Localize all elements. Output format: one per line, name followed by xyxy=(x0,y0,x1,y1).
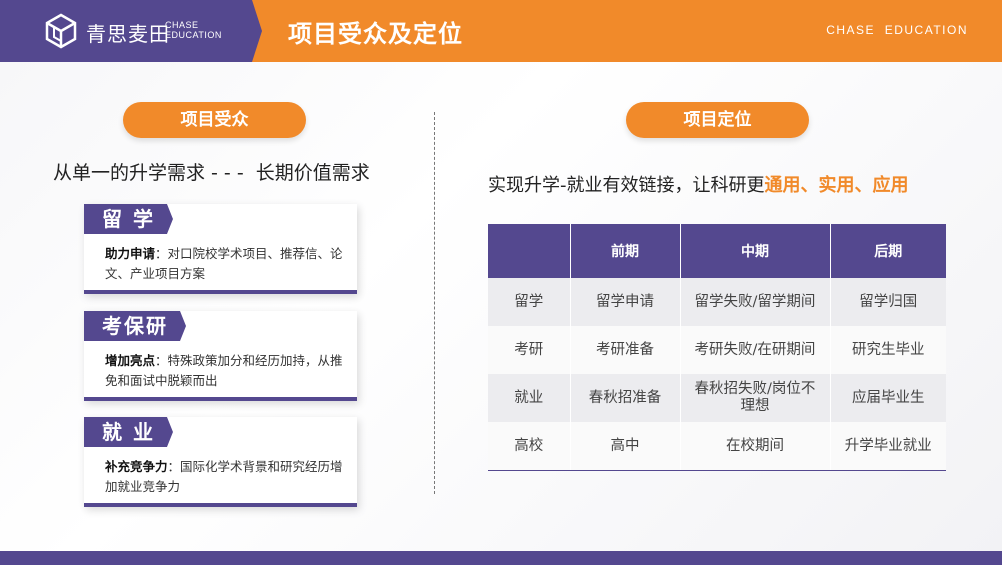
card-label: 考保研 xyxy=(84,311,186,341)
subtitle-prefix: 实现升学-就业有效链接，让科研更 xyxy=(488,175,765,196)
table-cell: 应届毕业生 xyxy=(829,374,946,422)
card-postgrad: 考保研 增加亮点：特殊政策加分和经历加持，从推免和面试中脱颖而出 xyxy=(84,311,357,401)
table-cell: 研究生毕业 xyxy=(829,326,946,374)
table-cell: 升学毕业就业 xyxy=(829,422,946,471)
logo-en-line1: CHASE xyxy=(165,20,199,30)
cube-logo-icon xyxy=(45,13,77,49)
page-title: 项目受众及定位 xyxy=(288,20,463,48)
logo-text-en: CHASE EDUCATION xyxy=(165,20,222,40)
table-cell: 春秋招准备 xyxy=(569,374,680,422)
table-cell: 考研准备 xyxy=(569,326,680,374)
footer-bar xyxy=(0,551,1002,565)
audience-pill: 项目受众 xyxy=(123,102,306,138)
card-label: 就 业 xyxy=(84,417,173,447)
card-text: 补充竞争力：国际化学术背景和研究经历增加就业竞争力 xyxy=(105,457,350,497)
table-row: 就业 春秋招准备 春秋招失败/岗位不理想 应届毕业生 xyxy=(488,374,946,422)
positioning-table: 前期 中期 后期 留学 留学申请 留学失败/留学期间 留学归国 考研 考研准备 … xyxy=(488,224,946,471)
table-cell: 留学失败/留学期间 xyxy=(679,278,830,326)
table-header-cell xyxy=(488,224,570,278)
card-text: 助力申请：对口院校学术项目、推荐信、论文、产业项目方案 xyxy=(105,244,350,284)
card-bold: 助力申请 xyxy=(105,246,156,261)
logo-text-cn: 青思麦田 xyxy=(86,22,170,46)
table-header-cell: 中期 xyxy=(679,224,830,278)
card-employment: 就 业 补充竞争力：国际化学术背景和研究经历增加就业竞争力 xyxy=(84,417,357,507)
brand-en: CHASE EDUCATION xyxy=(826,23,968,37)
table-header-cell: 后期 xyxy=(829,224,946,278)
table-row: 留学 留学申请 留学失败/留学期间 留学归国 xyxy=(488,278,946,326)
logo-block: 青思麦田 CHASE EDUCATION xyxy=(0,0,262,62)
table-row: 高校 高中 在校期间 升学毕业就业 xyxy=(488,422,946,471)
table-row: 考研 考研准备 考研失败/在研期间 研究生毕业 xyxy=(488,326,946,374)
table-cell: 高中 xyxy=(569,422,680,471)
card-bold: 增加亮点 xyxy=(105,353,156,368)
table-cell: 高校 xyxy=(488,422,570,471)
card-text: 增加亮点：特殊政策加分和经历加持，从推免和面试中脱颖而出 xyxy=(105,351,350,391)
table-header-cell: 前期 xyxy=(569,224,680,278)
table-cell: 留学申请 xyxy=(569,278,680,326)
table-cell: 留学归国 xyxy=(829,278,946,326)
header-bar: 青思麦田 CHASE EDUCATION 项目受众及定位 CHASE EDUCA… xyxy=(0,0,1002,62)
card-label: 留 学 xyxy=(84,204,173,234)
column-divider xyxy=(434,112,435,494)
logo-en-line2: EDUCATION xyxy=(165,30,222,40)
positioning-pill: 项目定位 xyxy=(626,102,809,138)
table-cell: 在校期间 xyxy=(679,422,830,471)
table-cell: 考研 xyxy=(488,326,570,374)
card-study-abroad: 留 学 助力申请：对口院校学术项目、推荐信、论文、产业项目方案 xyxy=(84,204,357,294)
table-cell: 考研失败/在研期间 xyxy=(679,326,830,374)
positioning-subtitle: 实现升学-就业有效链接，让科研更通用、实用、应用 xyxy=(488,171,909,197)
subtitle-highlight: 通用、实用、应用 xyxy=(764,175,909,196)
card-bold: 补充竞争力 xyxy=(105,459,168,474)
audience-subtitle: 从单一的升学需求 - - - 长期价值需求 xyxy=(53,162,370,184)
table-cell: 留学 xyxy=(488,278,570,326)
table-header-row: 前期 中期 后期 xyxy=(488,224,946,278)
table-cell: 春秋招失败/岗位不理想 xyxy=(679,374,830,422)
table-cell: 就业 xyxy=(488,374,570,422)
